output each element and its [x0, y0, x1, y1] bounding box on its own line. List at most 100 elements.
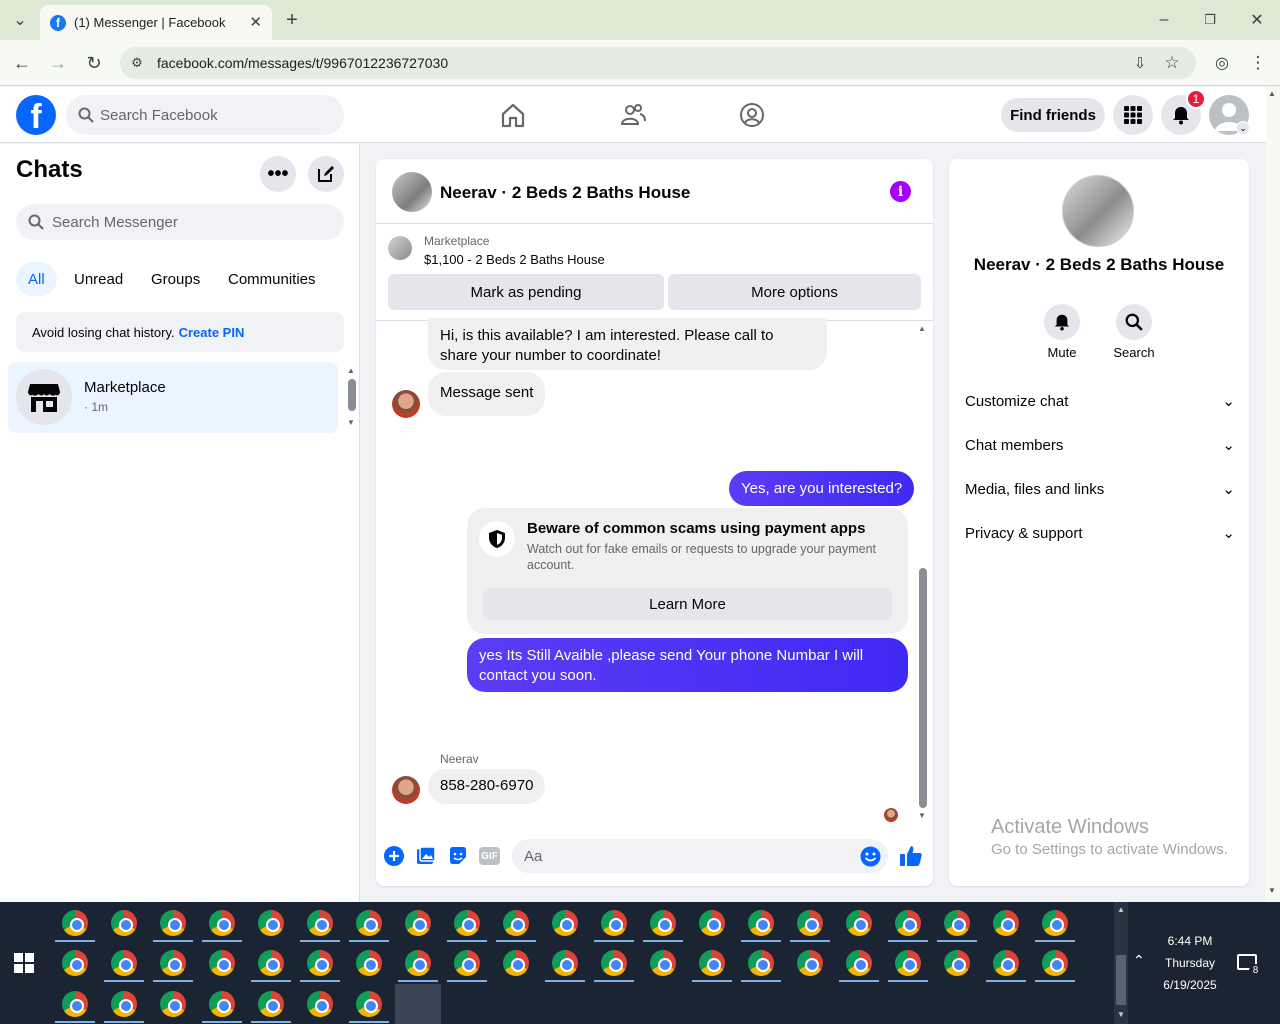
sender-avatar[interactable] — [392, 776, 420, 804]
add-attachment-icon[interactable] — [384, 846, 404, 866]
media-files-links-row[interactable]: Media, files and links ⌄ — [965, 477, 1235, 501]
taskbar-browser-icon[interactable] — [111, 910, 137, 936]
taskbar-browser-icon[interactable] — [993, 910, 1019, 936]
taskbar-browser-icon[interactable] — [503, 910, 529, 936]
forward-icon[interactable]: → — [46, 51, 70, 75]
taskbar-browser-icon[interactable] — [601, 910, 627, 936]
taskbar-browser-icon[interactable] — [307, 910, 333, 936]
taskbar-browser-icon[interactable] — [258, 910, 284, 936]
taskbar-browser-icon[interactable] — [307, 950, 333, 976]
taskbar-browser-icon[interactable] — [62, 910, 88, 936]
page-scroll-down-icon[interactable]: ▼ — [1268, 886, 1276, 895]
chat-members-row[interactable]: Chat members ⌄ — [965, 433, 1235, 457]
taskbar-browser-icon[interactable] — [748, 910, 774, 936]
new-message-button[interactable] — [308, 156, 344, 192]
taskbar-browser-icon[interactable] — [993, 950, 1019, 976]
photo-icon[interactable] — [416, 846, 436, 866]
taskbar-browser-icon[interactable] — [846, 910, 872, 936]
taskbar-clock[interactable]: 6:44 PM Thursday 6/19/2025 — [1160, 930, 1220, 996]
taskbar-browser-icon[interactable] — [748, 950, 774, 976]
convo-scroll-up-icon[interactable]: ▲ — [918, 324, 926, 333]
sidebar-scrollbar-thumb[interactable] — [348, 379, 356, 411]
minimize-icon[interactable]: – — [1152, 8, 1176, 32]
taskbar-browser-icon[interactable] — [209, 910, 235, 936]
conversation-title[interactable]: Neerav · 2 Beds 2 Baths House — [440, 183, 690, 203]
taskbar-active-app-icon[interactable] — [395, 984, 441, 1024]
taskbar-browser-icon[interactable] — [1042, 950, 1068, 976]
message-input[interactable]: Aa — [512, 839, 888, 873]
taskbar-browser-icon[interactable] — [454, 910, 480, 936]
more-options-button[interactable]: More options — [668, 274, 921, 310]
taskbar-browser-icon[interactable] — [503, 950, 529, 976]
filter-all[interactable]: All — [16, 262, 57, 296]
back-icon[interactable]: ← — [10, 51, 34, 75]
show-hidden-icons-icon[interactable]: ⌃ — [1133, 952, 1145, 969]
taskbar-browser-icon[interactable] — [650, 910, 676, 936]
search-conversation-button[interactable] — [1116, 304, 1152, 340]
messenger-search-input[interactable]: Search Messenger — [16, 204, 344, 240]
taskbar-browser-icon[interactable] — [895, 910, 921, 936]
taskbar-browser-icon[interactable] — [111, 991, 137, 1017]
taskbar-browser-icon[interactable] — [699, 950, 725, 976]
groups-icon[interactable] — [739, 102, 765, 128]
taskbar-browser-icon[interactable] — [944, 950, 970, 976]
browser-tab[interactable]: f (1) Messenger | Facebook ✕ — [40, 5, 272, 40]
home-icon[interactable] — [500, 102, 526, 128]
taskbar-browser-icon[interactable] — [405, 950, 431, 976]
privacy-support-row[interactable]: Privacy & support ⌄ — [965, 521, 1235, 545]
page-scroll-up-icon[interactable]: ▲ — [1268, 89, 1276, 98]
details-avatar[interactable] — [1062, 175, 1134, 247]
taskbar-browser-icon[interactable] — [797, 950, 823, 976]
page-scrollbar[interactable] — [1266, 87, 1280, 902]
chrome-menu-icon[interactable]: ⋮ — [1246, 51, 1270, 75]
taskbar-browser-icon[interactable] — [160, 950, 186, 976]
address-bar[interactable]: facebook.com/messages/t/9967012236727030 — [120, 47, 1196, 79]
site-info-icon[interactable]: ⚙ — [125, 51, 149, 75]
listing-thumbnail[interactable] — [388, 236, 412, 260]
taskbar-browser-icon[interactable] — [258, 991, 284, 1017]
bookmark-star-icon[interactable]: ☆ — [1160, 51, 1184, 75]
taskbar-browser-icon[interactable] — [160, 991, 186, 1017]
taskbar-browser-icon[interactable] — [1042, 910, 1068, 936]
find-friends-button[interactable]: Find friends — [1001, 98, 1105, 132]
taskbar-browser-icon[interactable] — [895, 950, 921, 976]
sidebar-scroll-down-icon[interactable]: ▼ — [347, 418, 355, 427]
filter-unread[interactable]: Unread — [62, 262, 135, 296]
conversation-avatar[interactable] — [392, 172, 432, 212]
menu-button[interactable] — [1113, 95, 1153, 135]
taskbar-browser-icon[interactable] — [552, 950, 578, 976]
tab-search-icon[interactable]: ⌄ — [8, 8, 32, 32]
mute-button[interactable] — [1044, 304, 1080, 340]
taskbar-scroll-thumb[interactable] — [1116, 955, 1126, 1005]
gif-icon[interactable]: GIF — [479, 847, 500, 865]
taskbar-browser-icon[interactable] — [160, 910, 186, 936]
facebook-logo-icon[interactable]: f — [16, 95, 56, 135]
sticker-icon[interactable] — [448, 846, 468, 866]
emoji-icon[interactable] — [860, 846, 881, 867]
taskbar-browser-icon[interactable] — [111, 950, 137, 976]
conversation-scrollbar-thumb[interactable] — [919, 568, 927, 808]
message-bubble-in[interactable]: 858-280-6970 — [428, 769, 546, 804]
taskbar-browser-icon[interactable] — [356, 950, 382, 976]
account-chevron-icon[interactable]: ⌄ — [1236, 121, 1250, 135]
taskbar-browser-icon[interactable] — [405, 910, 431, 936]
taskbar-browser-icon[interactable] — [258, 950, 284, 976]
reload-icon[interactable]: ↻ — [82, 51, 106, 75]
taskbar-browser-icon[interactable] — [552, 910, 578, 936]
thumbs-up-icon[interactable] — [899, 844, 923, 868]
filter-groups[interactable]: Groups — [139, 262, 212, 296]
taskbar-browser-icon[interactable] — [62, 991, 88, 1017]
windows-start-icon[interactable] — [14, 953, 34, 973]
taskbar-browser-icon[interactable] — [209, 991, 235, 1017]
taskbar-browser-icon[interactable] — [356, 910, 382, 936]
info-icon[interactable]: i — [890, 181, 911, 202]
profile-icon[interactable]: ◎ — [1210, 51, 1234, 75]
taskbar-browser-icon[interactable] — [209, 950, 235, 976]
taskbar-browser-icon[interactable] — [307, 991, 333, 1017]
taskbar-browser-icon[interactable] — [797, 910, 823, 936]
convo-scroll-down-icon[interactable]: ▼ — [918, 811, 926, 820]
message-bubble-out[interactable]: yes Its Still Avaible ,please send Your … — [467, 638, 908, 692]
customize-chat-row[interactable]: Customize chat ⌄ — [965, 389, 1235, 413]
taskbar-browser-icon[interactable] — [846, 950, 872, 976]
taskbar-browser-icon[interactable] — [944, 910, 970, 936]
